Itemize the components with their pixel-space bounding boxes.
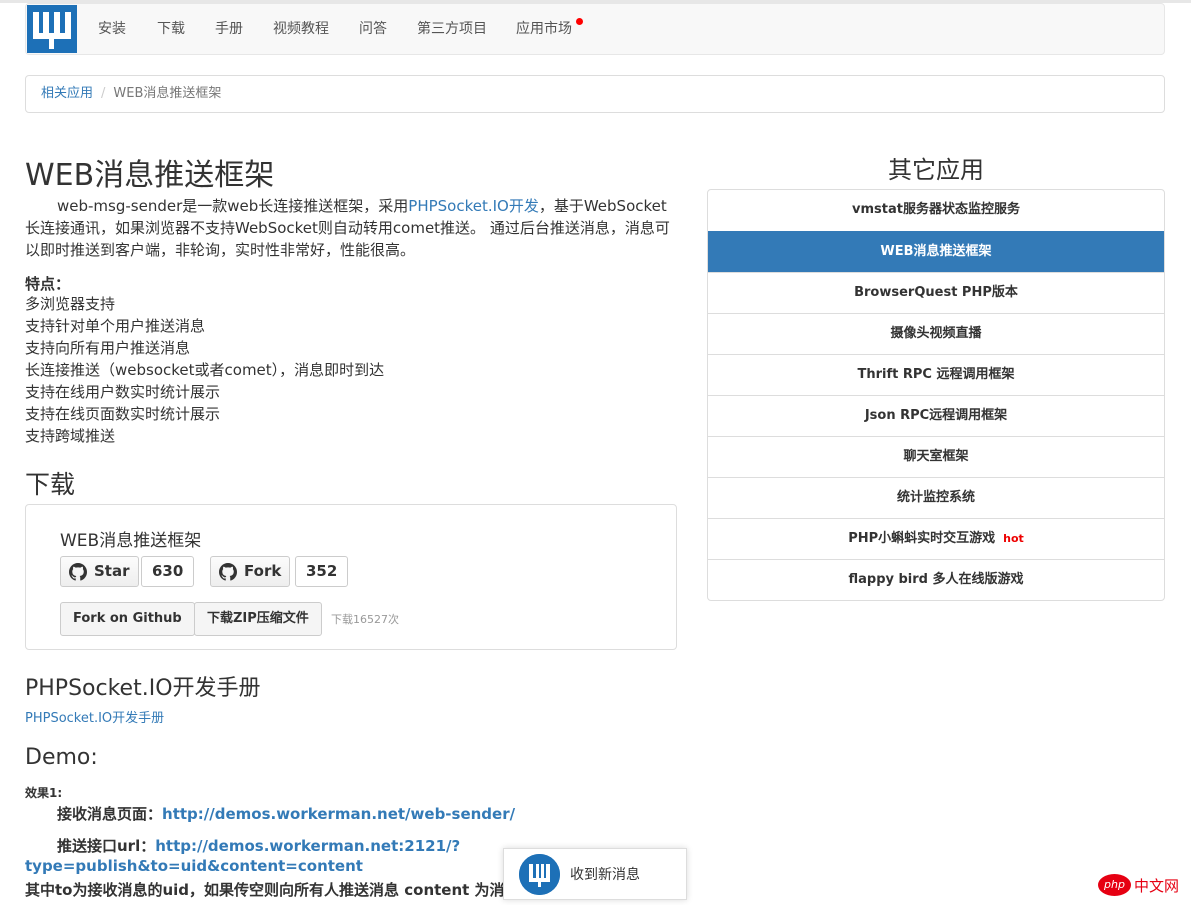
sidebar-item-flappy-bird[interactable]: flappy bird 多人在线版游戏 — [708, 559, 1164, 600]
download-count: 下载16527次 — [331, 613, 399, 626]
sidebar-item-thrift-rpc[interactable]: Thrift RPC 远程调用框架 — [708, 354, 1164, 395]
nav-install[interactable]: 安装 — [98, 4, 126, 54]
workerman-logo-icon[interactable] — [27, 5, 77, 53]
fork-count[interactable]: 352 — [295, 556, 349, 587]
phpsocketio-link[interactable]: PHPSocket.IO开发 — [408, 197, 539, 215]
receive-label: 接收消息页面： — [57, 805, 163, 823]
receive-page-link[interactable]: http://demos.workerman.net/web-sender/ — [162, 805, 515, 823]
sidebar-item-camera-live[interactable]: 摄像头视频直播 — [708, 313, 1164, 354]
php-logo: php — [1098, 874, 1131, 896]
nav-download[interactable]: 下载 — [157, 4, 185, 54]
nav-qa[interactable]: 问答 — [359, 4, 387, 54]
new-message-toast[interactable]: 收到新消息 — [503, 848, 687, 900]
push-url-link[interactable]: http://demos.workerman.net:2121/? — [155, 837, 460, 855]
feature-item: 支持在线用户数实时统计展示 — [25, 383, 221, 401]
download-panel-title: WEB消息推送框架 — [60, 531, 202, 551]
receive-page-line: 接收消息页面：http://demos.workerman.net/web-se… — [57, 803, 515, 824]
download-heading: 下载 — [25, 470, 76, 499]
sidebar-item-tadpole-game[interactable]: PHP小蝌蚪实时交互游戏 hot — [708, 518, 1164, 559]
notification-dot — [576, 18, 583, 25]
feature-item: 支持跨域推送 — [25, 427, 116, 445]
feature-item: 多浏览器支持 — [25, 295, 116, 313]
star-label: Star — [94, 562, 130, 580]
nav-third-party[interactable]: 第三方项目 — [417, 4, 487, 54]
sidebar-item-statistics[interactable]: 统计监控系统 — [708, 477, 1164, 518]
demo-heading: Demo: — [25, 745, 98, 770]
toast-message: 收到新消息 — [570, 867, 640, 883]
breadcrumb-separator: / — [101, 86, 106, 101]
sidebar-item-browserquest[interactable]: BrowserQuest PHP版本 — [708, 272, 1164, 313]
intro-text-start: web-msg-sender是一款web长连接推送框架，采用 — [57, 197, 409, 215]
effect-label: 效果1: — [25, 786, 63, 800]
feature-item: 长连接推送（websocket或者comet），消息即时到达 — [25, 361, 385, 379]
breadcrumb: 相关应用 / WEB消息推送框架 — [25, 75, 1165, 113]
features-list: 多浏览器支持 支持针对单个用户推送消息 支持向所有用户推送消息 长连接推送（we… — [25, 293, 384, 447]
breadcrumb-related-apps[interactable]: 相关应用 — [41, 86, 93, 101]
note-line: 其中to为接收消息的uid，如果传空则向所有人推送消息 content 为消 — [25, 881, 505, 899]
feature-item: 支持向所有用户推送消息 — [25, 339, 191, 357]
manual-link[interactable]: PHPSocket.IO开发手册 — [25, 707, 164, 726]
watermark-text: 中文网 — [1134, 877, 1180, 895]
sidebar-item-label: PHP小蝌蚪实时交互游戏 — [848, 531, 996, 546]
sidebar-item-json-rpc[interactable]: Json RPC远程调用框架 — [708, 395, 1164, 436]
other-apps-list: vmstat服务器状态监控服务 WEB消息推送框架 BrowserQuest P… — [707, 189, 1165, 601]
manual-heading: PHPSocket.IO开发手册 — [25, 676, 261, 701]
github-icon — [219, 562, 237, 591]
github-star-button[interactable]: Star — [60, 556, 139, 587]
push-url-line: 推送接口url：http://demos.workerman.net:2121/… — [57, 835, 460, 856]
feature-item: 支持在线页面数实时统计展示 — [25, 405, 221, 423]
nav-app-market[interactable]: 应用市场 — [516, 4, 572, 54]
push-label: 推送接口url： — [57, 837, 156, 855]
push-url-link-continued[interactable]: type=publish&to=uid&content=content — [25, 857, 363, 875]
sidebar-item-vmstat[interactable]: vmstat服务器状态监控服务 — [708, 190, 1164, 231]
download-panel: WEB消息推送框架 Star 630 Fork 352 Fork on Gith… — [25, 504, 677, 650]
breadcrumb-current: WEB消息推送框架 — [113, 86, 222, 101]
intro-paragraph: web-msg-sender是一款web长连接推送框架，采用PHPSocket.… — [25, 195, 675, 261]
push-url-line-2: type=publish&to=uid&content=content — [25, 857, 363, 875]
feature-item: 支持针对单个用户推送消息 — [25, 317, 206, 335]
github-icon — [69, 562, 87, 591]
features-title: 特点： — [25, 275, 71, 293]
github-fork-button[interactable]: Fork — [210, 556, 291, 587]
star-count[interactable]: 630 — [141, 556, 195, 587]
nav-manual[interactable]: 手册 — [215, 4, 243, 54]
top-navbar: 安装 下载 手册 视频教程 问答 第三方项目 应用市场 — [25, 3, 1165, 55]
sidebar-title: 其它应用 — [888, 156, 984, 184]
workerman-logo-icon — [519, 854, 560, 895]
download-zip-button[interactable]: 下载ZIP压缩文件 — [194, 602, 322, 636]
sidebar-item-chatroom[interactable]: 聊天室框架 — [708, 436, 1164, 477]
fork-label: Fork — [244, 562, 282, 580]
page-title: WEB消息推送框架 — [25, 158, 275, 193]
sidebar-item-web-msg-sender[interactable]: WEB消息推送框架 — [708, 231, 1164, 272]
nav-video-tutorials[interactable]: 视频教程 — [273, 4, 329, 54]
hot-badge: hot — [1003, 532, 1024, 545]
fork-on-github-button[interactable]: Fork on Github — [60, 602, 195, 636]
